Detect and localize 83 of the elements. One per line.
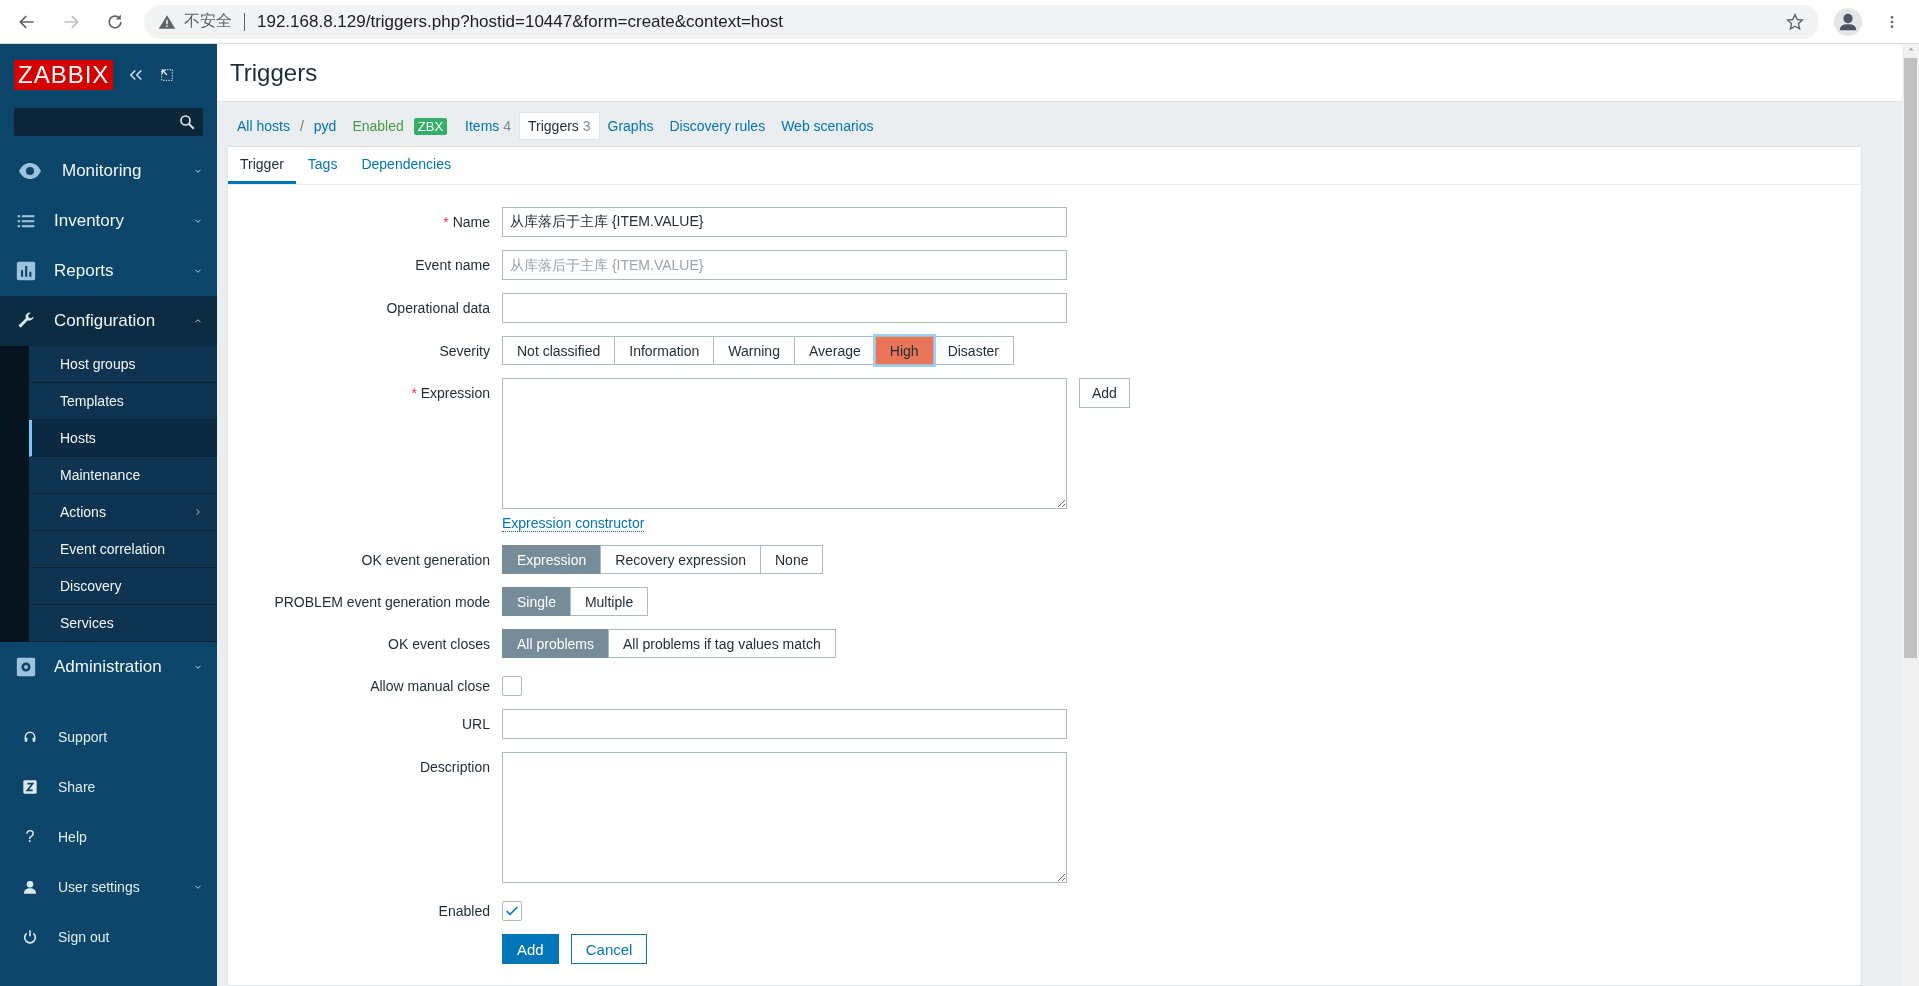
tab[interactable]: Dependencies <box>349 147 463 184</box>
field-label: Event name <box>414 256 490 273</box>
security-label: 不安全 <box>184 11 232 31</box>
wrench-icon <box>16 311 36 331</box>
menu-item[interactable]: User settings <box>0 862 217 912</box>
breadcrumb-link[interactable]: pyd <box>305 113 345 139</box>
option-button[interactable]: Warning <box>713 336 795 365</box>
option-button[interactable]: Average <box>793 336 876 365</box>
menu-item[interactable]: Support <box>0 712 217 762</box>
menu-item[interactable]: Share <box>0 762 217 812</box>
address-bar[interactable]: 不安全 192.168.8.129/triggers.php?hostid=10447&form=create&context=host <box>144 4 1819 39</box>
submenu-item[interactable]: Event correlation <box>29 531 217 568</box>
submenu-item[interactable]: Templates <box>29 383 217 420</box>
field-label: Description <box>418 758 490 775</box>
cancel-button[interactable]: Cancel <box>570 934 648 964</box>
bar-chart-icon <box>16 261 36 281</box>
field-label: * Expression <box>410 384 490 401</box>
tab[interactable]: Tags <box>295 147 350 184</box>
input-field[interactable]: 从库落后于主库 {ITEM.VALUE} <box>502 250 1067 280</box>
option-button[interactable]: High <box>874 336 934 365</box>
url-text: 192.168.8.129/triggers.php?hostid=10447&form=create&context=host <box>257 11 784 32</box>
field-label: * Name <box>442 213 490 230</box>
submenu-item[interactable]: Hosts <box>29 420 217 457</box>
option-button[interactable]: Not classified <box>502 336 616 365</box>
menu-item[interactable]: Inventory <box>0 196 217 246</box>
input-field[interactable] <box>502 709 1067 739</box>
field-label: Operational data <box>385 299 490 316</box>
submenu-item[interactable]: Maintenance <box>29 457 217 494</box>
kiosk-mode-icon <box>159 67 176 83</box>
option-button[interactable]: All problems if tag values match <box>608 629 836 658</box>
user-icon <box>22 879 38 895</box>
submenu-item[interactable]: Services <box>29 605 217 642</box>
option-button[interactable]: Recovery expression <box>600 545 761 574</box>
host-nav-link[interactable]: Triggers 3 <box>519 112 600 140</box>
field-label: PROBLEM event generation mode <box>273 593 490 610</box>
host-nav-link[interactable]: Web scenarios <box>773 113 882 139</box>
field-label: URL <box>461 715 490 732</box>
submenu-item[interactable]: Actions <box>29 494 217 531</box>
logo[interactable]: ZABBIX <box>14 60 114 90</box>
menu-item[interactable]: Administration <box>0 642 217 692</box>
field-label: Enabled <box>437 902 490 919</box>
expression-constructor-link[interactable]: Expression constructor <box>502 515 645 532</box>
field-label: Allow manual close <box>369 677 490 694</box>
submenu-item[interactable]: Host groups <box>29 346 217 383</box>
tab[interactable]: Trigger <box>228 147 296 184</box>
help-icon: ? <box>22 828 38 846</box>
checkbox[interactable] <box>502 901 522 921</box>
gear-icon <box>16 657 36 677</box>
availability-badge: ZBX <box>413 117 448 135</box>
page-title: Triggers <box>230 58 318 87</box>
menu-item[interactable]: Monitoring <box>0 146 217 196</box>
field-label: OK event closes <box>387 635 490 652</box>
scrollbar[interactable] <box>1902 44 1919 986</box>
submenu-item[interactable]: Discovery <box>29 568 217 605</box>
search-field[interactable] <box>14 108 203 136</box>
option-button[interactable]: Information <box>614 336 715 365</box>
avatar-icon <box>1834 7 1862 36</box>
host-nav-link[interactable]: Items 4 <box>457 113 519 139</box>
menu-item[interactable]: Configuration <box>0 296 217 346</box>
breadcrumb-separator: / <box>298 118 305 134</box>
add-button[interactable]: Add <box>1079 378 1130 408</box>
breadcrumb-link[interactable]: All hosts <box>229 113 298 139</box>
input-field[interactable] <box>502 293 1067 323</box>
menu-item[interactable]: Reports <box>0 246 217 296</box>
text-area[interactable] <box>502 752 1067 883</box>
headset-icon <box>22 729 38 745</box>
menu-item[interactable]: ? Help <box>0 812 217 862</box>
profile-button[interactable] <box>1833 6 1863 37</box>
option-button[interactable]: Multiple <box>569 587 649 616</box>
field-label: Severity <box>438 342 490 359</box>
text-area[interactable] <box>502 378 1067 509</box>
input-field[interactable]: 从库落后于主库 {ITEM.VALUE} <box>502 207 1067 237</box>
submit-button[interactable]: Add <box>502 934 559 964</box>
menu-item[interactable]: Sign out <box>0 912 217 962</box>
power-icon <box>22 929 38 945</box>
search-icon <box>178 113 196 131</box>
checkbox[interactable] <box>502 676 522 696</box>
star-icon <box>1785 11 1805 32</box>
field-label: OK event generation <box>360 551 490 568</box>
share-icon <box>22 779 38 795</box>
host-nav-link[interactable]: Discovery rules <box>661 113 774 139</box>
host-nav-link[interactable]: Graphs <box>599 113 662 139</box>
option-button[interactable]: None <box>760 545 824 574</box>
